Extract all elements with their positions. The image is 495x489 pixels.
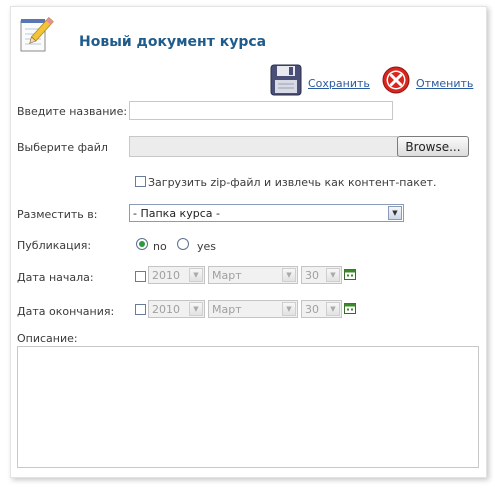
publication-option-no: no xyxy=(153,240,167,253)
zip-checkbox[interactable] xyxy=(135,176,146,187)
floppy-disk-icon[interactable] xyxy=(269,63,306,99)
course-document-panel: Новый документ курса Сохранить Отменить … xyxy=(10,6,487,478)
calendar-icon[interactable] xyxy=(344,302,356,314)
end-year-select[interactable]: 2010 ▼ xyxy=(148,300,205,318)
publication-option-yes: yes xyxy=(197,240,217,253)
end-month-value: Март xyxy=(212,302,242,316)
save-link[interactable]: Сохранить xyxy=(308,77,370,90)
page-title: Новый документ курса xyxy=(79,34,267,50)
chevron-down-icon: ▼ xyxy=(282,302,296,316)
zip-label: Загрузить zip-файл и извлечь как контент… xyxy=(148,176,437,189)
start-day-select[interactable]: 30 ▼ xyxy=(301,266,342,284)
start-year-select[interactable]: 2010 ▼ xyxy=(148,266,205,284)
cancel-x-icon[interactable] xyxy=(381,65,413,97)
start-year-value: 2010 xyxy=(152,268,180,282)
publication-radio-yes[interactable] xyxy=(177,238,189,250)
file-label: Выберите файл xyxy=(17,141,108,154)
end-day-value: 30 xyxy=(305,302,319,316)
end-date-label: Дата окончания: xyxy=(17,305,115,318)
start-day-value: 30 xyxy=(305,268,319,282)
end-day-select[interactable]: 30 ▼ xyxy=(301,300,342,318)
notepad-pencil-icon xyxy=(20,17,54,52)
place-select[interactable]: - Папка курса - ▼ xyxy=(129,204,404,222)
publication-label: Публикация: xyxy=(17,239,92,252)
start-date-label: Дата начала: xyxy=(17,271,94,284)
browse-button[interactable]: Browse... xyxy=(397,136,469,157)
calendar-icon[interactable] xyxy=(344,268,356,280)
description-label: Описание: xyxy=(17,332,78,345)
name-label: Введите название: xyxy=(17,105,128,118)
start-date-checkbox[interactable] xyxy=(135,271,146,282)
end-month-select[interactable]: Март ▼ xyxy=(208,300,298,318)
name-input[interactable] xyxy=(129,101,393,120)
chevron-down-icon: ▼ xyxy=(326,268,340,282)
chevron-down-icon: ▼ xyxy=(388,206,402,220)
place-select-value: - Папка курса - xyxy=(133,206,220,220)
end-date-checkbox[interactable] xyxy=(135,304,146,315)
start-month-value: Март xyxy=(212,268,242,282)
description-textarea[interactable] xyxy=(17,346,479,468)
chevron-down-icon: ▼ xyxy=(189,302,203,316)
radio-selected-dot xyxy=(139,241,145,247)
end-year-value: 2010 xyxy=(152,302,180,316)
start-month-select[interactable]: Март ▼ xyxy=(208,266,298,284)
cancel-link[interactable]: Отменить xyxy=(416,77,473,90)
publication-radio-no[interactable] xyxy=(136,238,148,250)
place-label: Разместить в: xyxy=(17,208,98,221)
file-path-input[interactable] xyxy=(129,136,398,157)
chevron-down-icon: ▼ xyxy=(189,268,203,282)
chevron-down-icon: ▼ xyxy=(326,302,340,316)
chevron-down-icon: ▼ xyxy=(282,268,296,282)
